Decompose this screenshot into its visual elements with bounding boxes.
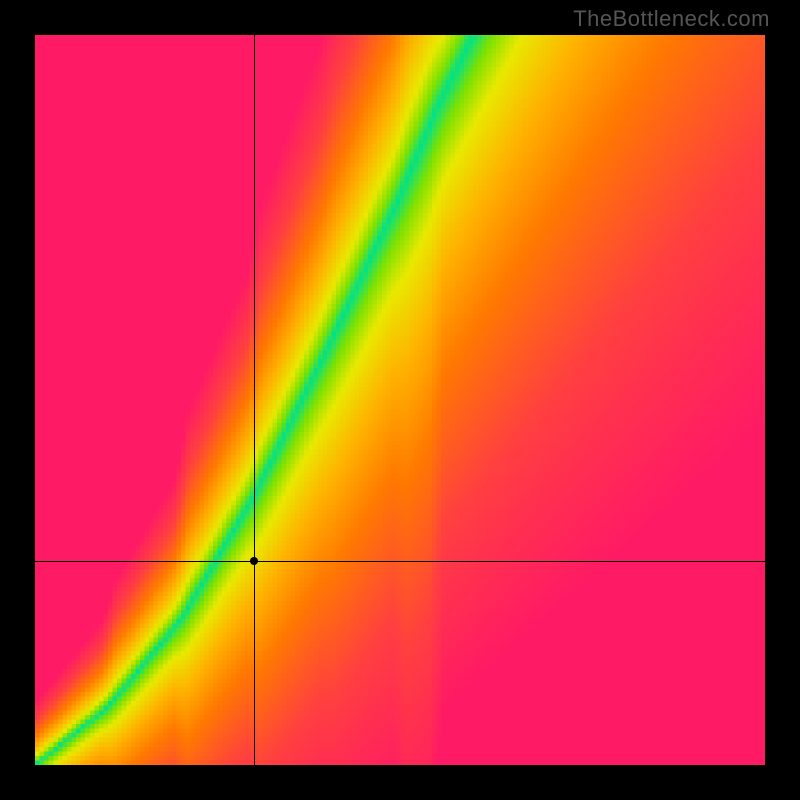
crosshair-horizontal (35, 561, 765, 562)
chart-frame: TheBottleneck.com (0, 0, 800, 800)
crosshair-vertical (254, 35, 255, 765)
heatmap-plot (35, 35, 765, 765)
heatmap-canvas (35, 35, 765, 765)
watermark-text: TheBottleneck.com (573, 6, 770, 32)
selection-marker (250, 557, 258, 565)
